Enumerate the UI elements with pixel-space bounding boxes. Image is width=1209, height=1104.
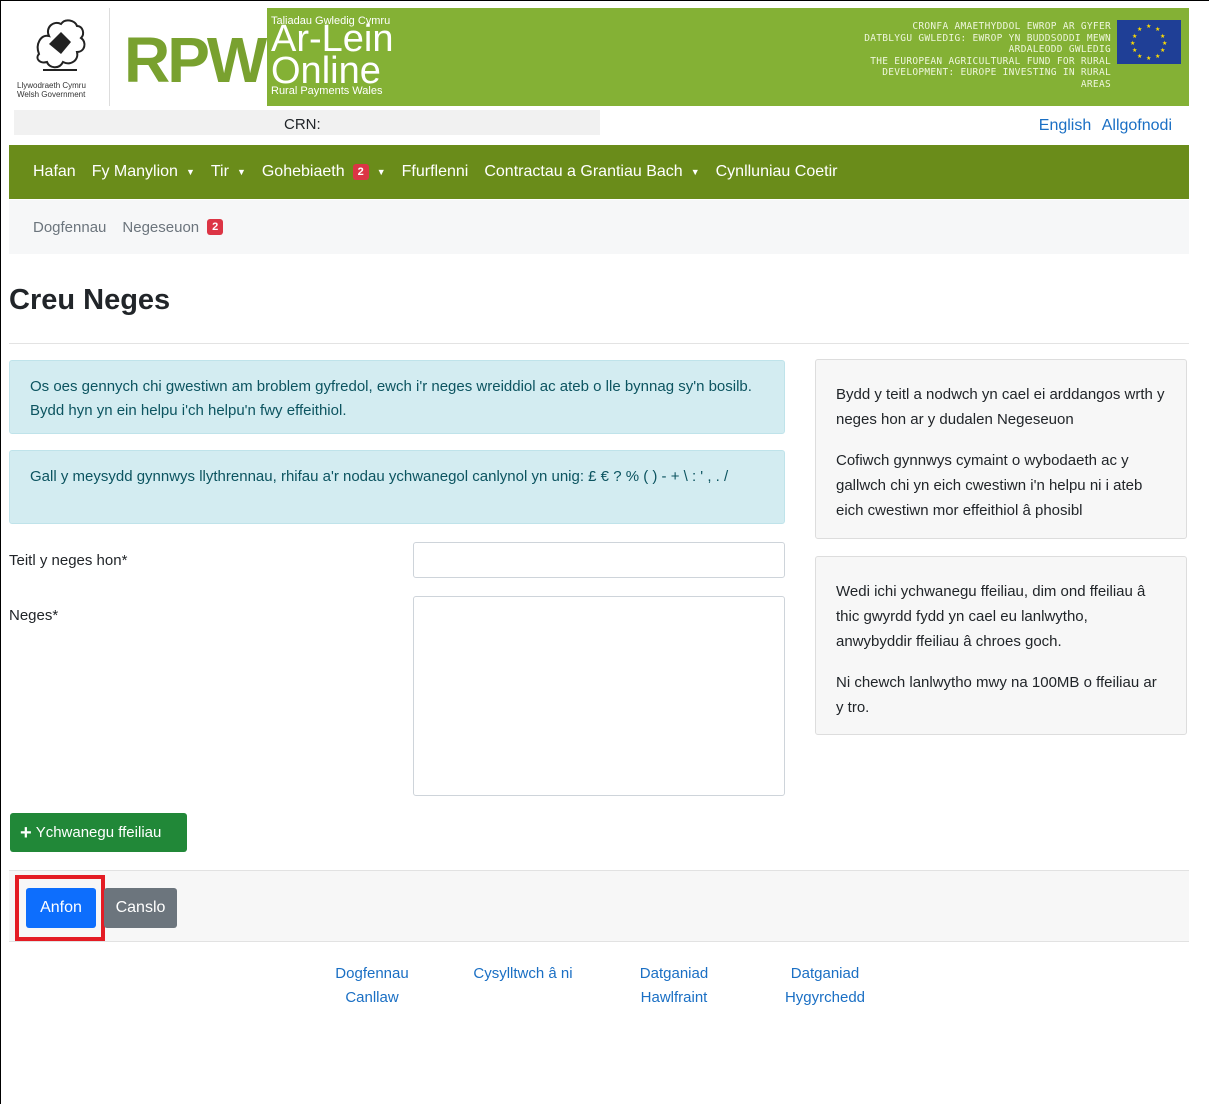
info-alert-characters: Gall y meysydd gynnwys llythrennau, rhif… — [9, 450, 785, 524]
caret-down-icon: ▼ — [376, 167, 386, 177]
nav-ffurflenni[interactable]: Ffurflenni — [402, 163, 469, 181]
caret-down-icon: ▼ — [185, 167, 195, 177]
nav-cynlluniau-coetir[interactable]: Cynlluniau Coetir — [716, 163, 838, 181]
plus-icon: + — [20, 821, 32, 844]
info-alert-reply: Os oes gennych chi gwestiwn am broblem g… — [9, 360, 785, 434]
account-links: English Allgofnodi — [1033, 117, 1172, 135]
footer-link-copyright[interactable]: Datganiad Hawlfraint — [624, 962, 724, 1010]
negeseuon-badge: 2 — [207, 219, 224, 235]
footer-link-contact[interactable]: Cysylltwch â ni — [463, 962, 583, 986]
help-text: Wedi ichi ychwanegu ffeiliau, dim ond ff… — [836, 583, 1146, 650]
message-label: Neges* — [9, 607, 59, 624]
rural-payments-wales: Rural Payments Wales — [271, 85, 383, 97]
ar-lein-online-wordmark: Ar-Lein Online — [271, 18, 394, 92]
english-link[interactable]: English — [1039, 117, 1091, 134]
help-text: Bydd y teitl a nodwch yn cael ei arddang… — [836, 386, 1165, 428]
title-input[interactable] — [413, 542, 785, 578]
subnav-negeseuon[interactable]: Negeseuon 2 — [122, 219, 224, 236]
caret-down-icon: ▼ — [236, 167, 246, 177]
rpw-logo[interactable]: RPW — [110, 8, 267, 106]
form-actions-bar — [9, 870, 1189, 942]
title-label: Teitl y neges hon* — [9, 552, 128, 569]
eu-fund-text: CRONFA AMAETHYDDOL EWROP AR GYFER DATBLY… — [864, 21, 1111, 90]
welsh-dragon-icon — [36, 19, 86, 71]
highlight-box — [15, 875, 105, 941]
nav-contractau[interactable]: Contractau a Grantiau Bach ▼ — [484, 163, 699, 181]
sub-nav: Dogfennau Negeseuon 2 — [9, 200, 1189, 254]
crn-label: CRN: — [284, 116, 321, 133]
gov-text: Llywodraeth Cymru Welsh Government — [17, 81, 86, 99]
page-title: Creu Neges — [9, 284, 171, 316]
subnav-dogfennau[interactable]: Dogfennau — [33, 219, 106, 236]
help-panel-title: Bydd y teitl a nodwch yn cael ei arddang… — [815, 359, 1187, 539]
main-nav: Hafan Fy Manylion ▼ Tir ▼ Gohebiaeth 2 ▼ Ffu… — [9, 145, 1189, 199]
banner-green: Taliadau Gwledig Cymru Ar-Lein Online Ru… — [267, 8, 1189, 106]
welsh-government-logo[interactable]: Llywodraeth Cymru Welsh Government — [9, 8, 110, 106]
gohebiaeth-badge: 2 — [352, 164, 369, 180]
help-panel-files: Wedi ichi ychwanegu ffeiliau, dim ond ff… — [815, 556, 1187, 735]
help-text: Cofiwch gynnwys cymaint o wybodaeth ac y… — [836, 452, 1143, 519]
help-text: Ni chewch lanlwytho mwy na 100MB o ffeil… — [836, 674, 1157, 716]
footer-link-accessibility[interactable]: Datganiad Hygyrchedd — [775, 962, 875, 1010]
site-banner: Llywodraeth Cymru Welsh Government RPW T… — [9, 8, 1189, 106]
divider — [9, 343, 1189, 344]
logout-link[interactable]: Allgofnodi — [1102, 117, 1172, 134]
nav-tir[interactable]: Tir ▼ — [211, 163, 246, 181]
nav-fy-manylion[interactable]: Fy Manylion ▼ — [92, 163, 195, 181]
footer-link-guidance[interactable]: Dogfennau Canllaw — [322, 962, 422, 1010]
message-textarea[interactable] — [413, 596, 785, 796]
crn-field: CRN: — [14, 110, 600, 135]
caret-down-icon: ▼ — [690, 167, 700, 177]
add-files-button[interactable]: + Ychwanegu ffeiliau — [10, 813, 187, 852]
account-bar: CRN: English Allgofnodi — [9, 110, 1189, 142]
eu-flag-icon: ★ ★ ★ ★ ★ ★ ★ ★ ★ ★ ★ ★ — [1117, 20, 1181, 64]
nav-gohebiaeth[interactable]: Gohebiaeth 2 ▼ — [262, 163, 386, 181]
nav-hafan[interactable]: Hafan — [33, 163, 76, 181]
cancel-button[interactable]: Canslo — [104, 888, 177, 928]
